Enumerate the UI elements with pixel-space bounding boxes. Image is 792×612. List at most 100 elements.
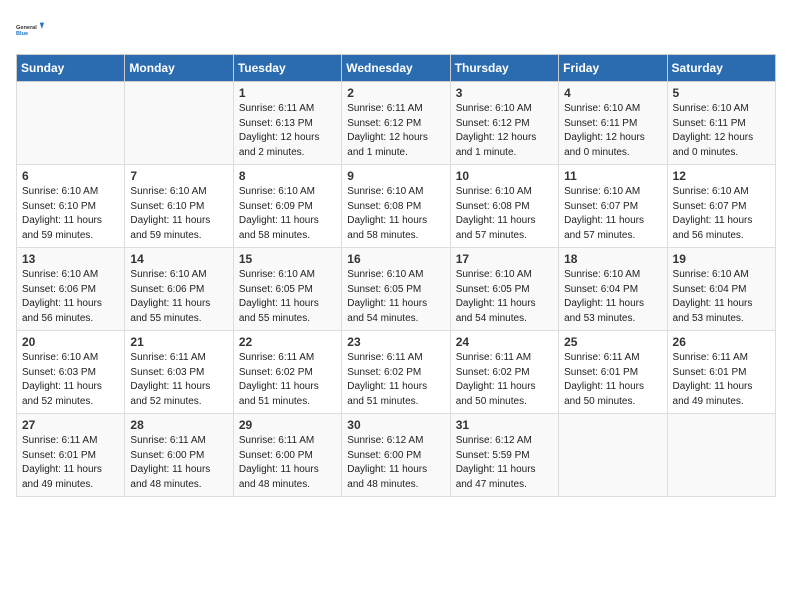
day-info: Sunrise: 6:11 AM Sunset: 6:01 PM Dayligh… — [22, 434, 119, 492]
calendar-cell: 19Sunrise: 6:10 AM Sunset: 6:04 PM Dayli… — [667, 248, 775, 331]
day-number: 17 — [456, 252, 553, 266]
day-info: Sunrise: 6:10 AM Sunset: 6:11 PM Dayligh… — [673, 102, 770, 160]
header-thursday: Thursday — [450, 55, 558, 82]
day-number: 16 — [347, 252, 444, 266]
calendar-cell — [125, 82, 233, 165]
day-info: Sunrise: 6:10 AM Sunset: 6:05 PM Dayligh… — [347, 268, 444, 326]
day-number: 2 — [347, 86, 444, 100]
day-number: 20 — [22, 335, 119, 349]
calendar-cell: 29 Sunrise: 6:11 AM Sunset: 6:00 PM Dayli… — [233, 414, 341, 497]
day-number: 5 — [673, 86, 770, 100]
day-number: 1 — [239, 86, 336, 100]
calendar-cell: 3 Sunrise: 6:10 AM Sunset: 6:12 PM Daylig… — [450, 82, 558, 165]
calendar-cell: 27 Sunrise: 6:11 AM Sunset: 6:01 PM Dayli… — [17, 414, 125, 497]
calendar-cell: 21 Sunrise: 6:11 AM Sunset: 6:03 PM Dayli… — [125, 331, 233, 414]
day-info: Sunrise: 6:10 AM Sunset: 6:05 PM Dayligh… — [239, 268, 336, 326]
calendar-cell: 22 Sunrise: 6:11 AM Sunset: 6:02 PM Dayli… — [233, 331, 341, 414]
day-info: Sunrise: 6:10 AM Sunset: 6:10 PM Dayligh… — [130, 185, 227, 243]
day-number: 23 — [347, 335, 444, 349]
calendar-cell: 5 Sunrise: 6:10 AM Sunset: 6:11 PM Daylig… — [667, 82, 775, 165]
day-info: Sunrise: 6:10 AM Sunset: 6:08 PM Dayligh… — [456, 185, 553, 243]
calendar-cell: 4 Sunrise: 6:10 AM Sunset: 6:11 PM Daylig… — [559, 82, 667, 165]
calendar-week-row: 6Sunrise: 6:10 AM Sunset: 6:10 PM Daylig… — [17, 165, 776, 248]
day-number: 3 — [456, 86, 553, 100]
day-info: Sunrise: 6:10 AM Sunset: 6:09 PM Dayligh… — [239, 185, 336, 243]
day-info: Sunrise: 6:11 AM Sunset: 6:01 PM Dayligh… — [564, 351, 661, 409]
calendar-cell: 11 Sunrise: 6:10 AM Sunset: 6:07 PM Dayli… — [559, 165, 667, 248]
day-info: Sunrise: 6:10 AM Sunset: 6:06 PM Dayligh… — [22, 268, 119, 326]
header-sunday: Sunday — [17, 55, 125, 82]
day-number: 31 — [456, 418, 553, 432]
day-info: Sunrise: 6:10 AM Sunset: 6:06 PM Dayligh… — [130, 268, 227, 326]
day-info: Sunrise: 6:11 AM Sunset: 6:01 PM Dayligh… — [673, 351, 770, 409]
day-info: Sunrise: 6:10 AM Sunset: 6:10 PM Dayligh… — [22, 185, 119, 243]
calendar-cell: 28Sunrise: 6:11 AM Sunset: 6:00 PM Dayli… — [125, 414, 233, 497]
day-number: 8 — [239, 169, 336, 183]
svg-text:Blue: Blue — [16, 31, 28, 37]
calendar-cell: 31 Sunrise: 6:12 AM Sunset: 5:59 PM Dayli… — [450, 414, 558, 497]
calendar-cell: 12 Sunrise: 6:10 AM Sunset: 6:07 PM Dayli… — [667, 165, 775, 248]
day-info: Sunrise: 6:11 AM Sunset: 6:03 PM Dayligh… — [130, 351, 227, 409]
day-info: Sunrise: 6:10 AM Sunset: 6:07 PM Dayligh… — [564, 185, 661, 243]
calendar-cell: 25 Sunrise: 6:11 AM Sunset: 6:01 PM Dayli… — [559, 331, 667, 414]
day-number: 10 — [456, 169, 553, 183]
day-info: Sunrise: 6:10 AM Sunset: 6:08 PM Dayligh… — [347, 185, 444, 243]
day-info: Sunrise: 6:10 AM Sunset: 6:04 PM Dayligh… — [673, 268, 770, 326]
calendar-table: SundayMondayTuesdayWednesdayThursdayFrid… — [16, 54, 776, 497]
day-number: 7 — [130, 169, 227, 183]
calendar-cell: 9 Sunrise: 6:10 AM Sunset: 6:08 PM Daylig… — [342, 165, 450, 248]
page-header: GeneralBlue — [16, 16, 776, 44]
calendar-cell: 23Sunrise: 6:11 AM Sunset: 6:02 PM Dayli… — [342, 331, 450, 414]
calendar-header-row: SundayMondayTuesdayWednesdayThursdayFrid… — [17, 55, 776, 82]
day-info: Sunrise: 6:10 AM Sunset: 6:03 PM Dayligh… — [22, 351, 119, 409]
svg-text:General: General — [16, 25, 37, 31]
day-number: 18 — [564, 252, 661, 266]
calendar-week-row: 1 Sunrise: 6:11 AM Sunset: 6:13 PM Daylig… — [17, 82, 776, 165]
day-info: Sunrise: 6:11 AM Sunset: 6:12 PM Dayligh… — [347, 102, 444, 160]
day-number: 14 — [130, 252, 227, 266]
calendar-cell — [667, 414, 775, 497]
day-number: 30 — [347, 418, 444, 432]
day-number: 28 — [130, 418, 227, 432]
day-info: Sunrise: 6:12 AM Sunset: 6:00 PM Dayligh… — [347, 434, 444, 492]
logo-icon: GeneralBlue — [16, 16, 44, 44]
calendar-cell: 26Sunrise: 6:11 AM Sunset: 6:01 PM Dayli… — [667, 331, 775, 414]
calendar-cell: 24 Sunrise: 6:11 AM Sunset: 6:02 PM Dayli… — [450, 331, 558, 414]
header-monday: Monday — [125, 55, 233, 82]
calendar-cell — [17, 82, 125, 165]
calendar-cell — [559, 414, 667, 497]
day-info: Sunrise: 6:11 AM Sunset: 6:13 PM Dayligh… — [239, 102, 336, 160]
header-tuesday: Tuesday — [233, 55, 341, 82]
day-number: 12 — [673, 169, 770, 183]
day-info: Sunrise: 6:11 AM Sunset: 6:02 PM Dayligh… — [239, 351, 336, 409]
calendar-week-row: 13Sunrise: 6:10 AM Sunset: 6:06 PM Dayli… — [17, 248, 776, 331]
day-number: 15 — [239, 252, 336, 266]
day-number: 4 — [564, 86, 661, 100]
calendar-cell: 13Sunrise: 6:10 AM Sunset: 6:06 PM Dayli… — [17, 248, 125, 331]
calendar-cell: 14 Sunrise: 6:10 AM Sunset: 6:06 PM Dayli… — [125, 248, 233, 331]
calendar-cell: 17Sunrise: 6:10 AM Sunset: 6:05 PM Dayli… — [450, 248, 558, 331]
calendar-cell: 7 Sunrise: 6:10 AM Sunset: 6:10 PM Daylig… — [125, 165, 233, 248]
calendar-cell: 30 Sunrise: 6:12 AM Sunset: 6:00 PM Dayli… — [342, 414, 450, 497]
day-info: Sunrise: 6:10 AM Sunset: 6:11 PM Dayligh… — [564, 102, 661, 160]
day-number: 9 — [347, 169, 444, 183]
day-number: 22 — [239, 335, 336, 349]
calendar-cell: 18Sunrise: 6:10 AM Sunset: 6:04 PM Dayli… — [559, 248, 667, 331]
day-info: Sunrise: 6:11 AM Sunset: 6:00 PM Dayligh… — [239, 434, 336, 492]
calendar-cell: 20 Sunrise: 6:10 AM Sunset: 6:03 PM Dayli… — [17, 331, 125, 414]
day-info: Sunrise: 6:12 AM Sunset: 5:59 PM Dayligh… — [456, 434, 553, 492]
day-number: 11 — [564, 169, 661, 183]
day-number: 21 — [130, 335, 227, 349]
calendar-cell: 6Sunrise: 6:10 AM Sunset: 6:10 PM Daylig… — [17, 165, 125, 248]
day-number: 27 — [22, 418, 119, 432]
day-info: Sunrise: 6:10 AM Sunset: 6:07 PM Dayligh… — [673, 185, 770, 243]
day-number: 25 — [564, 335, 661, 349]
day-info: Sunrise: 6:11 AM Sunset: 6:02 PM Dayligh… — [456, 351, 553, 409]
logo: GeneralBlue — [16, 16, 44, 44]
day-info: Sunrise: 6:10 AM Sunset: 6:12 PM Dayligh… — [456, 102, 553, 160]
calendar-cell: 15 Sunrise: 6:10 AM Sunset: 6:05 PM Dayli… — [233, 248, 341, 331]
header-wednesday: Wednesday — [342, 55, 450, 82]
day-number: 29 — [239, 418, 336, 432]
calendar-cell: 10 Sunrise: 6:10 AM Sunset: 6:08 PM Dayli… — [450, 165, 558, 248]
day-number: 24 — [456, 335, 553, 349]
